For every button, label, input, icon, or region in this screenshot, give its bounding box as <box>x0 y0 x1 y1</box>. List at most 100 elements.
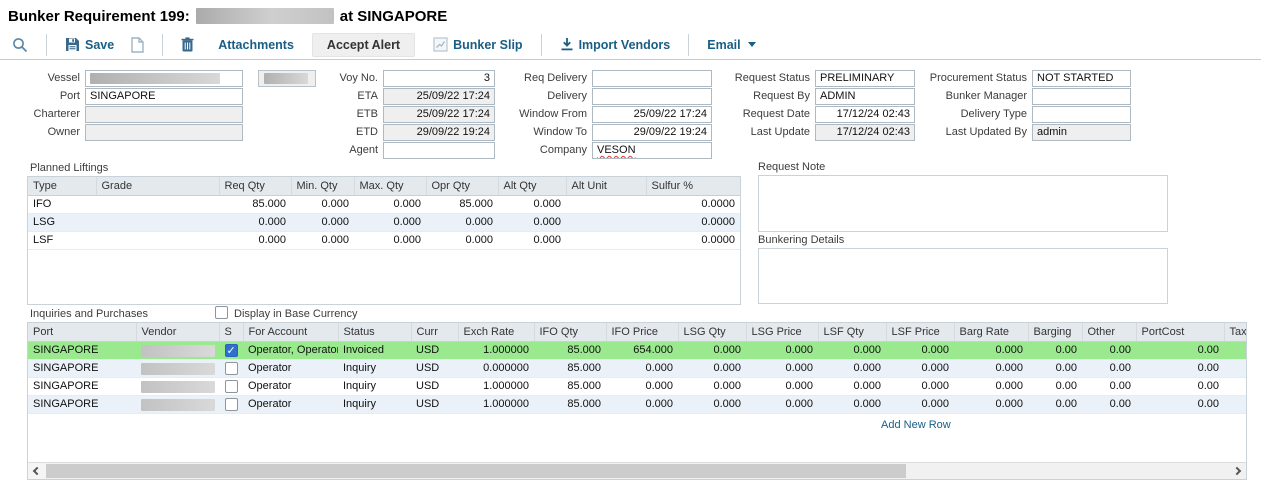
last-update-label: Last Update <box>722 124 815 141</box>
bunker-manager-field[interactable] <box>1032 88 1131 105</box>
port-field[interactable]: SINGAPORE <box>85 88 243 105</box>
add-new-row-link[interactable]: Add New Row <box>881 419 951 431</box>
lifting-cell <box>566 213 646 231</box>
agent-field[interactable] <box>383 142 495 159</box>
company-value: VESON <box>597 144 636 156</box>
delete-button[interactable] <box>181 37 194 52</box>
delivery-label: Delivery <box>498 88 592 105</box>
request-note-textarea[interactable] <box>758 175 1168 232</box>
lifting-cell: 0.0000 <box>646 195 740 213</box>
delivery-field[interactable] <box>592 88 712 105</box>
accept-alert-button[interactable]: Accept Alert <box>312 33 415 57</box>
inquiries-table: PortVendorSFor AccountStatusCurrExch Rat… <box>28 323 1247 414</box>
inq-column-header: Other <box>1082 323 1136 341</box>
inq-column-header: Vendor <box>136 323 219 341</box>
inquiry-cell: 0.000 <box>954 341 1028 359</box>
inquiry-cell: 0.00 <box>1224 359 1247 377</box>
inquiry-cell: 0.00 <box>1136 395 1224 413</box>
inquiry-row[interactable]: SINGAPOREOperatorInquiryUSD1.00000085.00… <box>28 377 1247 395</box>
inquiry-cell: 0.00 <box>1082 359 1136 377</box>
attachments-label: Attachments <box>218 38 294 52</box>
eta-field: 25/09/22 17:24 <box>383 88 495 105</box>
inquiry-row[interactable]: SINGAPOREOperator, OperatorInvoicedUSD1.… <box>28 341 1247 359</box>
voy-no-field[interactable]: 3 <box>383 70 495 87</box>
inquiry-cell: 0.000 <box>818 377 886 395</box>
bunkering-details-textarea[interactable] <box>758 248 1168 304</box>
inquiry-cell: 85.000 <box>534 395 606 413</box>
charterer-label: Charterer <box>8 106 85 123</box>
request-date-label: Request Date <box>722 106 815 123</box>
req-delivery-field[interactable] <box>592 70 712 87</box>
toolbar-separator <box>541 34 542 56</box>
inquiry-cell: 0.000 <box>746 377 818 395</box>
inquiry-cell: Operator <box>243 395 338 413</box>
inquiry-cell: USD <box>411 341 458 359</box>
row-select-checkbox[interactable] <box>225 362 238 375</box>
lifting-row[interactable]: IFO85.0000.0000.00085.0000.0000.0000 <box>28 195 740 213</box>
inq-column-header: IFO Qty <box>534 323 606 341</box>
chevron-down-icon <box>748 42 756 47</box>
window-to-field[interactable]: 29/09/22 19:24 <box>592 124 712 141</box>
inquiry-cell: Inquiry <box>338 377 411 395</box>
row-select-checkbox[interactable] <box>225 344 238 357</box>
bunker-slip-button[interactable]: Bunker Slip <box>433 37 522 52</box>
request-by-field[interactable]: ADMIN <box>815 88 915 105</box>
search-button[interactable] <box>12 37 28 53</box>
request-date-field[interactable]: 17/12/24 02:43 <box>815 106 915 123</box>
row-select-checkbox[interactable] <box>225 380 238 393</box>
inquiry-cell: 1.000000 <box>458 341 534 359</box>
vessel-field[interactable] <box>85 70 243 87</box>
save-icon <box>65 37 80 52</box>
attachments-button[interactable]: Attachments <box>218 38 294 52</box>
scrollbar-thumb[interactable] <box>46 464 906 478</box>
inquiry-cell: 0.000 <box>818 341 886 359</box>
lifting-row[interactable]: LSF0.0000.0000.0000.0000.0000.0000 <box>28 231 740 249</box>
procurement-status-field[interactable]: NOT STARTED <box>1032 70 1131 87</box>
inq-column-header: LSF Price <box>886 323 954 341</box>
lifting-row[interactable]: LSG0.0000.0000.0000.0000.0000.0000 <box>28 213 740 231</box>
lifting-cell: 0.000 <box>291 231 354 249</box>
pl-column-header: Min. Qty <box>291 177 354 195</box>
lifting-cell: 85.000 <box>426 195 498 213</box>
lifting-cell: 0.000 <box>291 195 354 213</box>
horizontal-scrollbar[interactable] <box>28 462 1246 479</box>
lifting-cell: IFO <box>28 195 96 213</box>
lifting-cell: LSF <box>28 231 96 249</box>
pl-column-header: Grade <box>96 177 219 195</box>
inq-column-header: Barging <box>1028 323 1082 341</box>
inquiries-table-container: PortVendorSFor AccountStatusCurrExch Rat… <box>27 322 1247 480</box>
scroll-left-arrow[interactable] <box>28 463 46 479</box>
vendor-redaction <box>141 345 215 357</box>
inquiry-row[interactable]: SINGAPOREOperatorInquiryUSD1.00000085.00… <box>28 395 1247 413</box>
document-icon <box>130 37 144 53</box>
inq-column-header: Exch Rate <box>458 323 534 341</box>
display-base-currency-checkbox[interactable] <box>215 306 228 319</box>
import-vendors-button[interactable]: Import Vendors <box>560 37 671 52</box>
request-by-label: Request By <box>722 88 815 105</box>
request-status-field[interactable]: PRELIMINARY <box>815 70 915 87</box>
save-button[interactable]: Save <box>65 37 114 52</box>
email-menu-button[interactable]: Email <box>707 38 755 52</box>
inquiry-cell: 0.000 <box>886 395 954 413</box>
voy-no-label: Voy No. <box>298 70 383 87</box>
inquiry-cell: SINGAPORE <box>28 377 136 395</box>
page-title: Bunker Requirement 199: at SINGAPORE <box>8 6 447 26</box>
row-select-checkbox[interactable] <box>225 398 238 411</box>
inquiry-cell: 0.00 <box>1028 377 1082 395</box>
etd-field: 29/09/22 19:24 <box>383 124 495 141</box>
inquiry-cell: 0.00 <box>1224 395 1247 413</box>
inquiry-row[interactable]: SINGAPOREOperatorInquiryUSD0.00000085.00… <box>28 359 1247 377</box>
pl-column-header: Alt Unit <box>566 177 646 195</box>
window-from-field[interactable]: 25/09/22 17:24 <box>592 106 712 123</box>
inq-column-header: LSG Qty <box>678 323 746 341</box>
page-title-suffix: at SINGAPORE <box>340 8 448 25</box>
delivery-type-field[interactable] <box>1032 106 1131 123</box>
toolbar-separator <box>46 34 47 56</box>
lifting-cell <box>566 195 646 213</box>
vessel-name-redaction <box>196 8 334 24</box>
select-cell <box>219 341 243 359</box>
company-field[interactable]: VESON <box>592 142 712 159</box>
copy-document-button[interactable] <box>130 37 144 53</box>
lifting-cell: 0.000 <box>219 231 291 249</box>
scroll-right-arrow[interactable] <box>1228 463 1246 479</box>
